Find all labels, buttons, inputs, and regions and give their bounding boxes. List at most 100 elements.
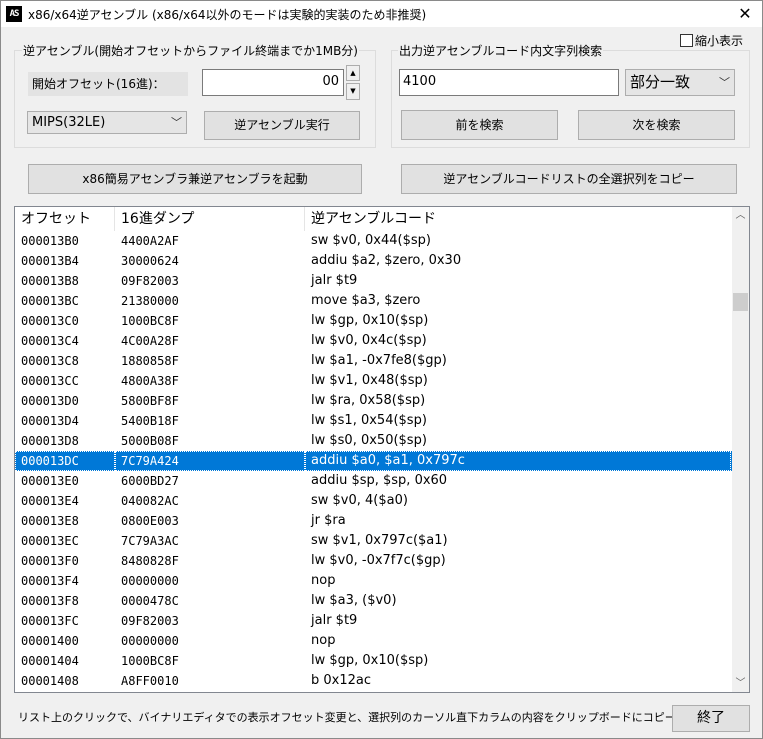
- vertical-scrollbar[interactable]: ︿ ﹀: [732, 207, 749, 692]
- table-row[interactable]: 000013CC 4800A38F lw $v1, 0x48($sp): [15, 371, 732, 391]
- row-hex-dump[interactable]: 040082AC: [115, 491, 305, 511]
- disassembly-list[interactable]: オフセット 16進ダンプ 逆アセンブルコード 000013B0 4400A2AF s…: [14, 206, 750, 693]
- row-offset[interactable]: 000013F4: [15, 571, 115, 591]
- table-row[interactable]: 00001404 1000BC8F lw $gp, 0x10($sp): [15, 651, 732, 671]
- checkbox-box[interactable]: [680, 34, 693, 47]
- table-row[interactable]: 000013B0 4400A2AF sw $v0, 0x44($sp): [15, 231, 732, 251]
- table-row[interactable]: 000013E0 6000BD27 addiu $sp, $sp, 0x60: [15, 471, 732, 491]
- table-row[interactable]: 000013D4 5400B18F lw $s1, 0x54($sp): [15, 411, 732, 431]
- row-offset[interactable]: 000013B0: [15, 231, 115, 251]
- row-disassembly[interactable]: lw $v1, 0x48($sp): [305, 371, 731, 391]
- row-hex-dump[interactable]: 6000BD27: [115, 471, 305, 491]
- row-offset[interactable]: 000013F8: [15, 591, 115, 611]
- table-row[interactable]: 000013C0 1000BC8F lw $gp, 0x10($sp): [15, 311, 732, 331]
- row-disassembly[interactable]: addiu $sp, $sp, 0x60: [305, 471, 731, 491]
- row-disassembly[interactable]: lw $a3, ($v0): [305, 591, 731, 611]
- column-header-hex-dump[interactable]: 16進ダンプ: [115, 207, 305, 231]
- row-offset[interactable]: 000013D8: [15, 431, 115, 451]
- row-offset[interactable]: 000013D4: [15, 411, 115, 431]
- row-hex-dump[interactable]: 0800E003: [115, 511, 305, 531]
- cpu-mode-select[interactable]: MIPS(32LE) ﹀: [27, 111, 187, 134]
- row-disassembly[interactable]: jalr $t9: [305, 611, 731, 631]
- table-row[interactable]: 000013BC 21380000 move $a3, $zero: [15, 291, 732, 311]
- start-offset-input[interactable]: 00: [202, 69, 344, 96]
- row-offset[interactable]: 000013CC: [15, 371, 115, 391]
- row-disassembly[interactable]: sw $v0, 4($a0): [305, 491, 731, 511]
- row-offset[interactable]: 000013E4: [15, 491, 115, 511]
- row-hex-dump[interactable]: 7C79A424: [115, 451, 305, 471]
- row-hex-dump[interactable]: 8480828F: [115, 551, 305, 571]
- row-disassembly[interactable]: jr $ra: [305, 511, 731, 531]
- run-disassemble-button[interactable]: 逆アセンブル実行: [204, 111, 360, 140]
- row-disassembly[interactable]: jalr $t9: [305, 271, 731, 291]
- row-disassembly[interactable]: addiu $a0, $a1, 0x797c: [305, 451, 731, 471]
- table-row[interactable]: 000013F0 8480828F lw $v0, -0x7f7c($gp): [15, 551, 732, 571]
- row-offset[interactable]: 000013E0: [15, 471, 115, 491]
- row-hex-dump[interactable]: 0000478C: [115, 591, 305, 611]
- row-hex-dump[interactable]: 21380000: [115, 291, 305, 311]
- spin-down-button[interactable]: ▼: [346, 83, 360, 100]
- row-disassembly[interactable]: lw $s0, 0x50($sp): [305, 431, 731, 451]
- row-hex-dump[interactable]: 7C79A3AC: [115, 531, 305, 551]
- match-mode-select[interactable]: 部分一致 ﹀: [625, 69, 735, 96]
- table-row[interactable]: 000013F4 00000000 nop: [15, 571, 732, 591]
- scroll-down-icon[interactable]: ﹀: [732, 675, 749, 692]
- scroll-up-icon[interactable]: ︿: [732, 207, 749, 224]
- row-disassembly[interactable]: lw $gp, 0x10($sp): [305, 651, 731, 671]
- copy-selected-rows-button[interactable]: 逆アセンブルコードリストの全選択列をコピー: [401, 164, 737, 194]
- row-hex-dump[interactable]: 1000BC8F: [115, 651, 305, 671]
- row-disassembly[interactable]: lw $v0, -0x7f7c($gp): [305, 551, 731, 571]
- row-offset[interactable]: 000013DC: [15, 451, 115, 471]
- row-offset[interactable]: 000013B4: [15, 251, 115, 271]
- table-row[interactable]: 000013B4 30000624 addiu $a2, $zero, 0x30: [15, 251, 732, 271]
- row-disassembly[interactable]: addiu $a2, $zero, 0x30: [305, 251, 731, 271]
- table-row[interactable]: 00001408 A8FF0010 b 0x12ac: [15, 671, 732, 691]
- table-row[interactable]: 000013B8 09F82003 jalr $t9: [15, 271, 732, 291]
- launch-assembler-button[interactable]: x86簡易アセンブラ兼逆アセンブラを起動: [28, 164, 362, 194]
- column-header-offset[interactable]: オフセット: [15, 207, 115, 231]
- close-button[interactable]: ✕: [728, 1, 762, 27]
- table-row[interactable]: 000013EC 7C79A3AC sw $v1, 0x797c($a1): [15, 531, 732, 551]
- table-row[interactable]: 000013DC 7C79A424 addiu $a0, $a1, 0x797c: [15, 451, 732, 471]
- search-input[interactable]: 4100: [399, 69, 619, 96]
- row-disassembly[interactable]: lw $s1, 0x54($sp): [305, 411, 731, 431]
- table-row[interactable]: 00001400 00000000 nop: [15, 631, 732, 651]
- row-hex-dump[interactable]: 4800A38F: [115, 371, 305, 391]
- row-disassembly[interactable]: sw $v1, 0x797c($a1): [305, 531, 731, 551]
- search-next-button[interactable]: 次を検索: [578, 110, 735, 140]
- row-hex-dump[interactable]: 5800BF8F: [115, 391, 305, 411]
- row-disassembly[interactable]: lw $gp, 0x10($sp): [305, 311, 731, 331]
- row-offset[interactable]: 00001408: [15, 671, 115, 691]
- row-offset[interactable]: 000013C8: [15, 351, 115, 371]
- row-offset[interactable]: 000013E8: [15, 511, 115, 531]
- row-offset[interactable]: 000013C4: [15, 331, 115, 351]
- row-hex-dump[interactable]: 00000000: [115, 631, 305, 651]
- row-hex-dump[interactable]: 4400A2AF: [115, 231, 305, 251]
- row-hex-dump[interactable]: 00000000: [115, 571, 305, 591]
- search-prev-button[interactable]: 前を検索: [401, 110, 558, 140]
- row-disassembly[interactable]: nop: [305, 571, 731, 591]
- row-offset[interactable]: 000013FC: [15, 611, 115, 631]
- table-row[interactable]: 000013E4 040082AC sw $v0, 4($a0): [15, 491, 732, 511]
- row-offset[interactable]: 00001400: [15, 631, 115, 651]
- row-disassembly[interactable]: move $a3, $zero: [305, 291, 731, 311]
- row-hex-dump[interactable]: 30000624: [115, 251, 305, 271]
- row-hex-dump[interactable]: 5000B08F: [115, 431, 305, 451]
- row-offset[interactable]: 000013B8: [15, 271, 115, 291]
- scrollbar-thumb[interactable]: [733, 293, 748, 311]
- row-hex-dump[interactable]: 09F82003: [115, 271, 305, 291]
- row-disassembly[interactable]: nop: [305, 631, 731, 651]
- row-disassembly[interactable]: lw $v0, 0x4c($sp): [305, 331, 731, 351]
- row-hex-dump[interactable]: 5400B18F: [115, 411, 305, 431]
- row-offset[interactable]: 00001404: [15, 651, 115, 671]
- row-offset[interactable]: 000013C0: [15, 311, 115, 331]
- row-hex-dump[interactable]: A8FF0010: [115, 671, 305, 691]
- table-row[interactable]: 000013F8 0000478C lw $a3, ($v0): [15, 591, 732, 611]
- row-disassembly[interactable]: lw $ra, 0x58($sp): [305, 391, 731, 411]
- row-disassembly[interactable]: b 0x12ac: [305, 671, 731, 691]
- table-row[interactable]: 000013D8 5000B08F lw $s0, 0x50($sp): [15, 431, 732, 451]
- row-hex-dump[interactable]: 09F82003: [115, 611, 305, 631]
- column-header-disassembly[interactable]: 逆アセンブルコード: [305, 207, 732, 231]
- row-offset[interactable]: 000013D0: [15, 391, 115, 411]
- row-hex-dump[interactable]: 1880858F: [115, 351, 305, 371]
